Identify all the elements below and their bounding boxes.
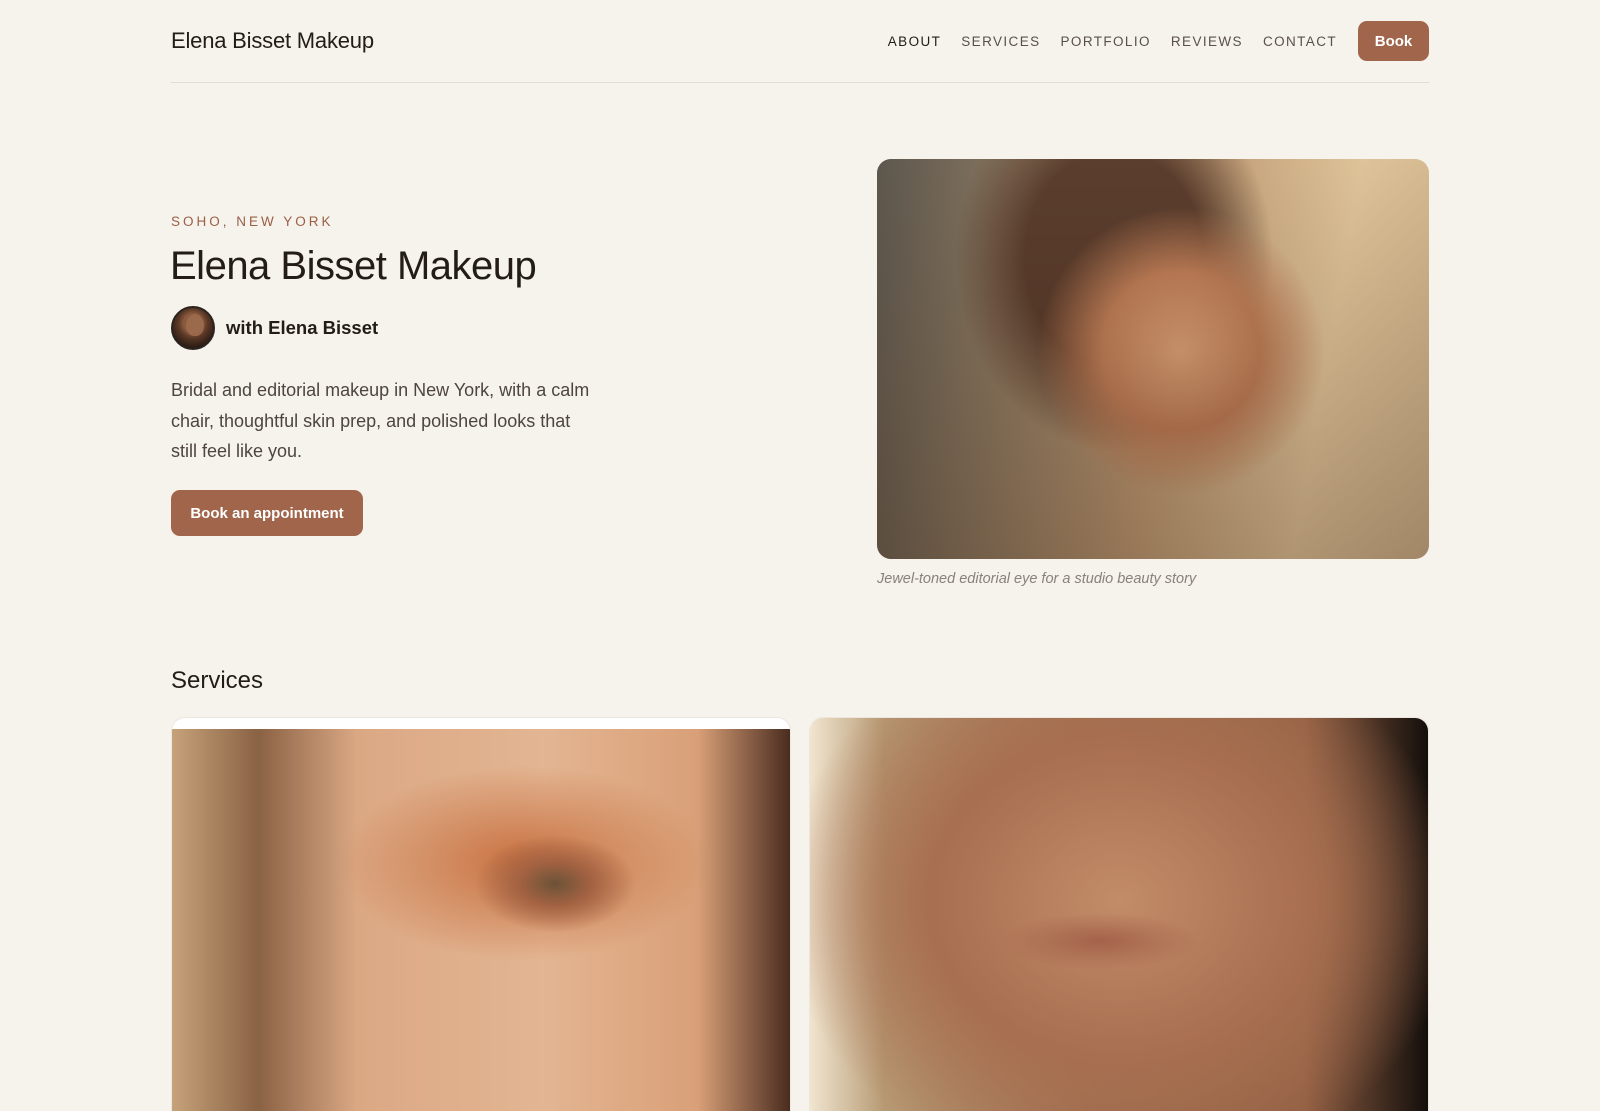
artist-name: with Elena Bisset [226,317,379,338]
artist-avatar [171,306,215,350]
service-image-lips-closeup [810,718,1428,1111]
hero-portrait-image [877,159,1429,559]
brand-logo[interactable]: Elena Bisset Makeup [171,28,374,54]
location-eyebrow: SOHO, NEW YORK [171,214,334,229]
site-header: Elena Bisset Makeup ABOUT SERVICES PORTF… [171,0,1429,83]
hero-image-caption: Jewel-toned editorial eye for a studio b… [877,571,1197,587]
services-heading: Services [171,667,264,694]
book-appointment-button[interactable]: Book an appointment [171,490,363,536]
nav-contact[interactable]: CONTACT [1263,34,1337,49]
page: Elena Bisset Makeup ABOUT SERVICES PORTF… [0,0,1600,1111]
hero-title: Elena Bisset Makeup [170,244,537,288]
service-card-eyes[interactable] [171,717,791,1111]
artist-byline: with Elena Bisset [171,306,378,350]
nav-about[interactable]: ABOUT [888,34,942,49]
hero-image-shade [877,159,1429,559]
hero-description: Bridal and editorial makeup in New York,… [171,380,590,461]
nav-portfolio[interactable]: PORTFOLIO [1061,34,1151,49]
main-nav: ABOUT SERVICES PORTFOLIO REVIEWS CONTACT… [868,21,1429,61]
nav-services[interactable]: SERVICES [961,34,1040,49]
nav-reviews[interactable]: REVIEWS [1171,34,1243,49]
service-card-lips[interactable] [809,717,1429,1111]
book-button[interactable]: Book [1358,21,1429,61]
service-image-eye-closeup [172,729,790,1111]
